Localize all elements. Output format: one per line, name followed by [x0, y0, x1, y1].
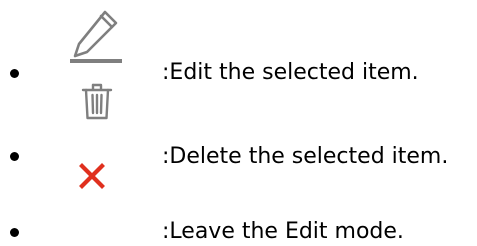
close-x-icon	[79, 163, 105, 189]
legend-item-leave: :Leave the Edit mode.	[0, 160, 477, 244]
bullet	[10, 228, 19, 237]
pencil-icon	[70, 10, 122, 63]
bullet	[10, 69, 19, 78]
trash-icon	[81, 83, 113, 120]
icon-legend-list: :Edit the selected item. :Delete the sel…	[0, 0, 477, 244]
legend-label-leave: :Leave the Edit mode.	[162, 219, 404, 244]
legend-item-edit: :Edit the selected item.	[0, 0, 477, 85]
legend-item-delete: :Delete the selected item.	[0, 80, 477, 169]
